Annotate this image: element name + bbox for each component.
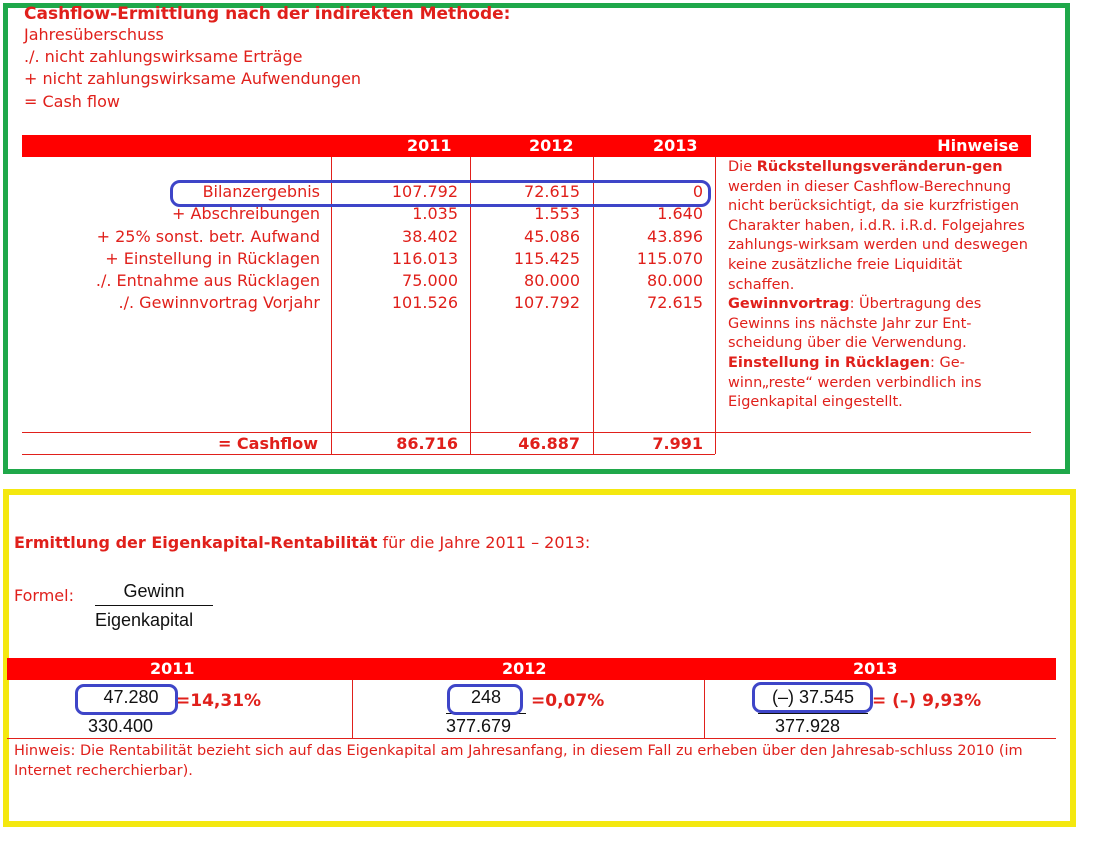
formel-numerator: Gewinn (123, 581, 185, 601)
intro-line-1: Jahresüberschuss (24, 25, 164, 44)
cashflow-table-header: 2011 2012 2013 Hinweise (22, 135, 1031, 157)
rent-header-2012: 2012 (502, 659, 547, 678)
rent-2012-result: =0,07% (531, 691, 605, 711)
cell-2011: 38.402 (402, 227, 458, 246)
row-label-entnahme: ./. Entnahme aus Rücklagen (95, 271, 320, 290)
header-hinweise: Hinweise (937, 136, 1019, 155)
cell-2013: 43.896 (647, 227, 703, 246)
rent-bottom-rule (7, 738, 1056, 739)
header-year-2013: 2013 (653, 136, 698, 155)
formel-denominator: Eigenkapital (95, 610, 194, 630)
header-year-2012: 2012 (529, 136, 574, 155)
col-divider (715, 157, 716, 454)
rentabilitaet-title: Ermittlung der Eigenkapital-Rentabilität… (14, 533, 591, 552)
rent-2012-highlight (447, 684, 523, 715)
rent-col-divider (704, 680, 705, 738)
rent-2011-highlight (75, 684, 178, 715)
header-year-2011: 2011 (407, 136, 452, 155)
cell-2012: 115.425 (513, 249, 580, 268)
rent-2013-denominator: 377.928 (775, 716, 841, 736)
cell-2012: 80.000 (524, 271, 580, 290)
bilanzergebnis-highlight (170, 180, 711, 207)
cell-2011: 75.000 (402, 271, 458, 290)
intro-line-4: = Cash flow (24, 92, 120, 111)
cell-2011: 101.526 (391, 293, 458, 312)
row-label-gewinnvortrag: ./. Gewinnvortrag Vorjahr (118, 293, 320, 312)
cell-2012: 107.792 (513, 293, 580, 312)
cell-2013: 115.070 (636, 249, 703, 268)
total-2013: 7.991 (652, 434, 703, 453)
cell-2013: 72.615 (647, 293, 703, 312)
rent-header-2013: 2013 (853, 659, 898, 678)
intro-line-3: + nicht zahlungswirksame Aufwendungen (24, 69, 362, 88)
rentabilitaet-note: Hinweis: Die Rentabilität bezieht sich a… (14, 743, 1023, 779)
total-2012: 46.887 (518, 434, 580, 453)
row-label-einstellung: + Einstellung in Rücklagen (105, 249, 320, 268)
formel-fraction-bar (95, 605, 213, 606)
rent-2011-result: =14,31% (176, 691, 262, 711)
row-label-sonst-aufwand: + 25% sonst. betr. Aufwand (96, 227, 320, 246)
rent-col-divider (352, 680, 353, 738)
rent-2013-highlight (752, 682, 873, 713)
cell-2011: 116.013 (391, 249, 458, 268)
rent-2012-denominator: 377.679 (446, 716, 512, 736)
rent-header-2011: 2011 (150, 659, 195, 678)
cashflow-title: Cashflow-Ermittlung nach der indirekten … (24, 4, 511, 24)
total-2011: 86.716 (396, 434, 458, 453)
total-bottom-rule (22, 454, 715, 455)
total-label: = Cashflow (217, 434, 318, 453)
hinweise-text: Die Rückstellungsveränderun-gen werden i… (728, 159, 1028, 411)
rentabilitaet-header: 2011 2012 2013 (7, 658, 1056, 680)
rent-2011-denominator: 330.400 (88, 716, 154, 736)
rent-2013-result: = (–) 9,93% (872, 691, 982, 711)
formel-label: Formel: (14, 586, 74, 605)
cell-2013: 80.000 (647, 271, 703, 290)
cell-2012: 45.086 (524, 227, 580, 246)
intro-line-2: ./. nicht zahlungswirksame Erträge (24, 47, 303, 66)
